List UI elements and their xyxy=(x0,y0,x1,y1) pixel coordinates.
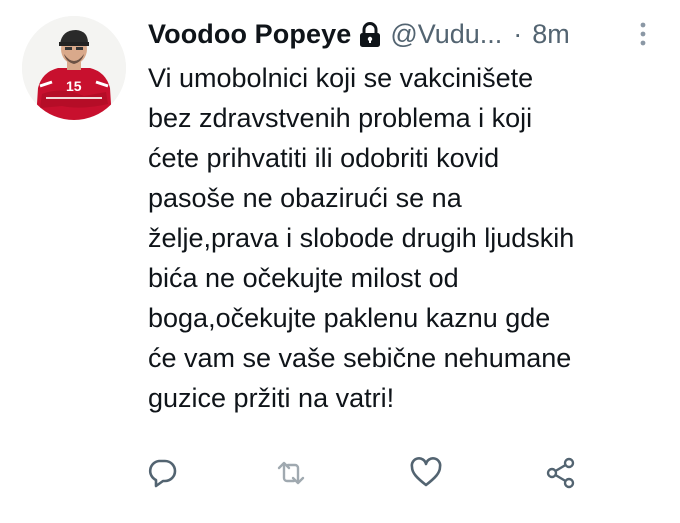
like-button[interactable] xyxy=(409,456,443,490)
retweet-icon xyxy=(277,461,305,485)
display-name[interactable]: Voodoo Popeye xyxy=(148,19,351,50)
reply-button[interactable] xyxy=(145,456,179,490)
action-bar xyxy=(0,452,680,500)
reply-icon xyxy=(148,459,177,488)
more-icon[interactable] xyxy=(636,20,650,48)
heart-icon xyxy=(410,457,442,487)
tweet-text: Vi umobolnici koji se vakcinišete bez zd… xyxy=(148,63,575,413)
timestamp[interactable]: 8m xyxy=(532,19,570,50)
handle[interactable]: @Vudu... xyxy=(390,19,502,50)
share-icon xyxy=(546,457,575,489)
avatar[interactable]: 15 xyxy=(22,16,126,120)
svg-text:15: 15 xyxy=(66,78,82,94)
tweet[interactable]: 15 Voodoo Popeye @Vudu... · 8m Vi umobol… xyxy=(0,0,680,523)
separator-dot: · xyxy=(513,18,523,49)
retweet-button[interactable] xyxy=(274,456,308,490)
avatar-image: 15 xyxy=(22,16,126,120)
share-button[interactable] xyxy=(544,456,578,490)
tweet-header: Voodoo Popeye @Vudu... · 8m xyxy=(148,14,570,54)
lock-icon xyxy=(358,22,382,48)
